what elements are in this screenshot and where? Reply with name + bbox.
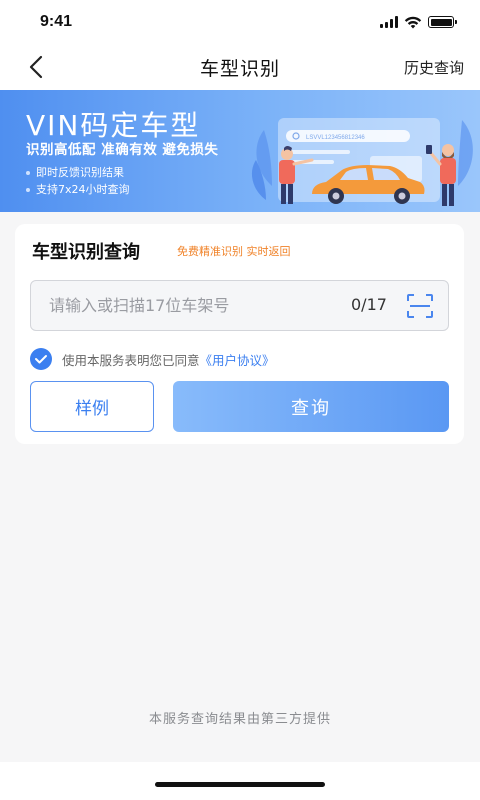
card-tag: 免费精准识别 实时返回 <box>177 245 291 258</box>
history-query-link[interactable]: 历史查询 <box>404 57 464 78</box>
banner-bullet: 即时反馈识别结果 <box>26 164 130 181</box>
home-indicator-area <box>0 762 480 800</box>
query-button[interactable]: 查询 <box>173 381 449 432</box>
agreement-text: 使用本服务表明您已同意 <box>62 352 200 368</box>
page-title: 车型识别 <box>199 57 280 80</box>
third-party-note: 本服务查询结果由第三方提供 <box>148 712 331 727</box>
wifi-icon <box>404 16 422 28</box>
card-title: 车型识别查询 <box>32 242 140 263</box>
vin-input-box: 0/17 <box>30 280 449 331</box>
nav-bar: 车型识别 历史查询 <box>0 44 480 90</box>
car-illustration: LSVVL123456812346 <box>251 118 473 206</box>
banner-subtitle: 识别高低配 准确有效 避免损失 <box>26 142 219 158</box>
cellular-signal-icon <box>380 16 398 28</box>
vin-input[interactable] <box>49 296 329 315</box>
home-indicator[interactable] <box>155 782 325 787</box>
agreement-row[interactable]: 使用本服务表明您已同意《用户协议》 <box>30 348 275 370</box>
status-time: 9:41 <box>40 13 73 30</box>
battery-icon <box>428 16 457 28</box>
vin-char-counter: 0/17 <box>351 295 387 314</box>
checkbox-checked-icon[interactable] <box>30 348 52 370</box>
illustration-search-text: LSVVL123456812346 <box>306 135 365 141</box>
vin-query-card: 车型识别查询 免费精准识别 实时返回 0/17 使用本服务表明您已同意《用户协议… <box>15 224 464 444</box>
sample-button[interactable]: 样例 <box>30 381 154 432</box>
promo-banner: VIN码定车型 识别高低配 准确有效 避免损失 即时反馈识别结果 支持7x24小… <box>0 90 480 212</box>
banner-bullet-list: 即时反馈识别结果 支持7x24小时查询 <box>26 164 130 198</box>
user-agreement-link[interactable]: 《用户协议》 <box>200 353 275 368</box>
status-bar: 9:41 <box>0 0 480 44</box>
status-icons <box>380 16 457 29</box>
scan-icon[interactable] <box>406 293 434 319</box>
banner-bullet: 支持7x24小时查询 <box>26 181 130 198</box>
back-arrow-icon[interactable] <box>24 54 50 80</box>
